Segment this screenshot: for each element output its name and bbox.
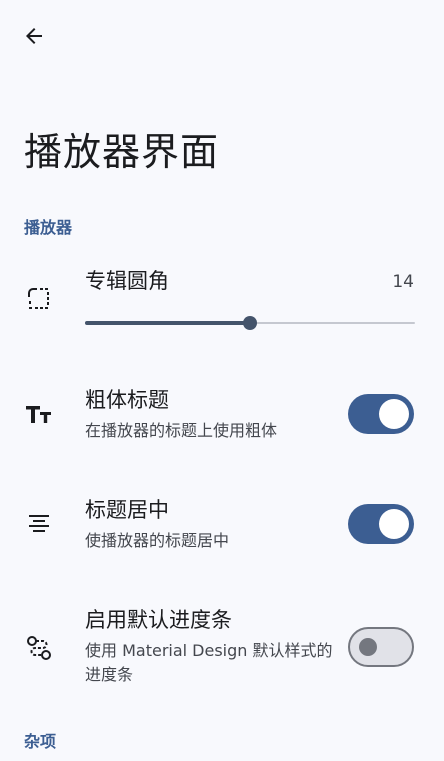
bold-title-subtitle: 在播放器的标题上使用粗体: [85, 421, 278, 440]
slider-thumb[interactable]: [243, 316, 257, 330]
center-title-switch[interactable]: [348, 504, 414, 544]
album-corner-value: 14: [392, 272, 414, 292]
switch-knob: [379, 399, 409, 429]
route-icon: [22, 631, 56, 665]
slider-active-track: [85, 321, 250, 325]
switch-knob: [379, 509, 409, 539]
center-title-subtitle: 使播放器的标题居中: [85, 531, 230, 550]
album-corner-slider[interactable]: [85, 312, 415, 334]
section-header-misc: 杂项: [24, 732, 57, 751]
page-title: 播放器界面: [24, 130, 220, 174]
default-progress-switch[interactable]: [348, 627, 414, 667]
center-title-title: 标题居中: [85, 498, 169, 522]
rounded-corner-icon: [22, 282, 56, 316]
switch-knob: [359, 638, 377, 656]
album-corner-title: 专辑圆角: [85, 269, 169, 293]
section-header-player: 播放器: [24, 218, 73, 237]
arrow-back-icon: [26, 28, 42, 44]
default-progress-subtitle: 使用 Material Design 默认样式的进度条: [85, 641, 333, 684]
back-button[interactable]: [14, 16, 54, 56]
align-center-icon: [22, 507, 56, 541]
bold-title-switch[interactable]: [348, 394, 414, 434]
default-progress-title: 启用默认进度条: [85, 608, 232, 632]
bold-title-title: 粗体标题: [85, 388, 169, 412]
text-fields-icon: [22, 397, 56, 431]
